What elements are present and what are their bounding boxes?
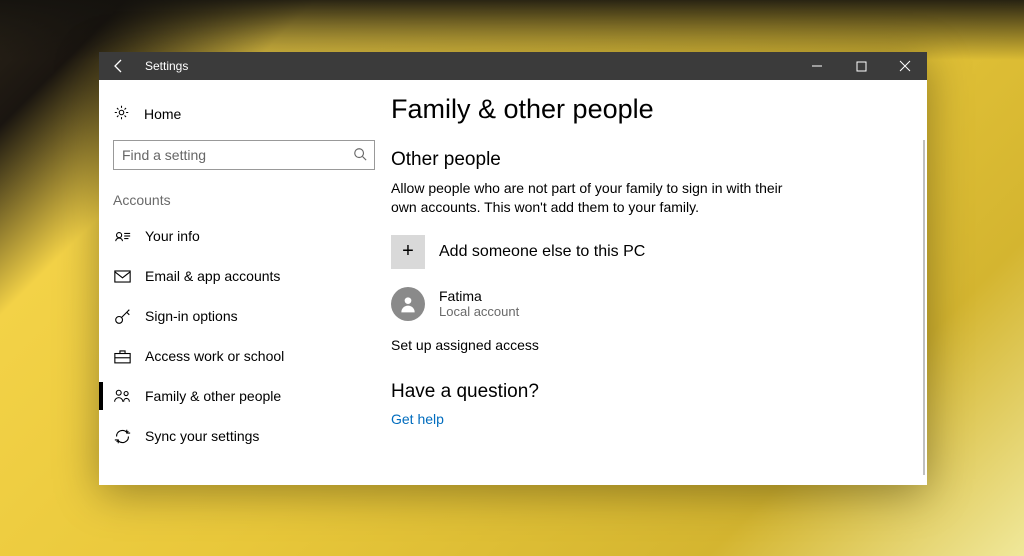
section-question: Have a question?	[391, 381, 897, 403]
briefcase-icon	[113, 349, 131, 364]
people-icon	[113, 388, 131, 404]
add-user-button[interactable]: + Add someone else to this PC	[391, 235, 897, 269]
window-controls	[795, 52, 927, 80]
sidebar-item-label: Sync your settings	[145, 428, 259, 444]
sidebar-item-label: Access work or school	[145, 348, 284, 364]
sidebar-item-signin[interactable]: Sign-in options	[99, 296, 389, 336]
titlebar: Settings	[99, 52, 927, 80]
search-icon	[353, 147, 367, 164]
gear-icon	[113, 104, 130, 124]
key-icon	[113, 308, 131, 325]
person-card-icon	[113, 229, 131, 243]
plus-icon: +	[391, 235, 425, 269]
sidebar-group-label: Accounts	[99, 170, 389, 216]
mail-icon	[113, 270, 131, 283]
sidebar-item-label: Sign-in options	[145, 308, 238, 324]
home-button[interactable]: Home	[99, 94, 389, 134]
section-other-people: Other people	[391, 149, 897, 171]
scrollbar[interactable]	[923, 140, 925, 475]
user-type: Local account	[439, 304, 519, 320]
sidebar-item-family[interactable]: Family & other people	[99, 376, 389, 416]
sidebar-item-your-info[interactable]: Your info	[99, 216, 389, 256]
section-description: Allow people who are not part of your fa…	[391, 179, 791, 217]
sync-icon	[113, 428, 131, 445]
user-account-row[interactable]: Fatima Local account	[391, 287, 897, 321]
avatar-icon	[391, 287, 425, 321]
sidebar-item-work[interactable]: Access work or school	[99, 336, 389, 376]
assigned-access-link[interactable]: Set up assigned access	[391, 337, 539, 353]
home-label: Home	[144, 106, 181, 122]
sidebar-item-email[interactable]: Email & app accounts	[99, 256, 389, 296]
settings-window: Settings Home	[99, 52, 927, 485]
sidebar-item-label: Email & app accounts	[145, 268, 280, 284]
minimize-button[interactable]	[795, 52, 839, 80]
window-body: Home Accounts Your info Email & app	[99, 80, 927, 485]
sidebar-item-sync[interactable]: Sync your settings	[99, 416, 389, 456]
search-wrap	[113, 140, 375, 170]
user-name: Fatima	[439, 288, 519, 305]
page-title: Family & other people	[391, 94, 897, 125]
search-input[interactable]	[113, 140, 375, 170]
add-user-label: Add someone else to this PC	[439, 243, 645, 261]
maximize-button[interactable]	[839, 52, 883, 80]
back-button[interactable]	[99, 52, 139, 80]
close-button[interactable]	[883, 52, 927, 80]
user-meta: Fatima Local account	[439, 288, 519, 320]
main-content: Family & other people Other people Allow…	[389, 80, 927, 485]
window-title: Settings	[139, 59, 795, 73]
sidebar-item-label: Family & other people	[145, 388, 281, 404]
sidebar: Home Accounts Your info Email & app	[99, 80, 389, 485]
get-help-link[interactable]: Get help	[391, 411, 444, 427]
sidebar-item-label: Your info	[145, 228, 200, 244]
